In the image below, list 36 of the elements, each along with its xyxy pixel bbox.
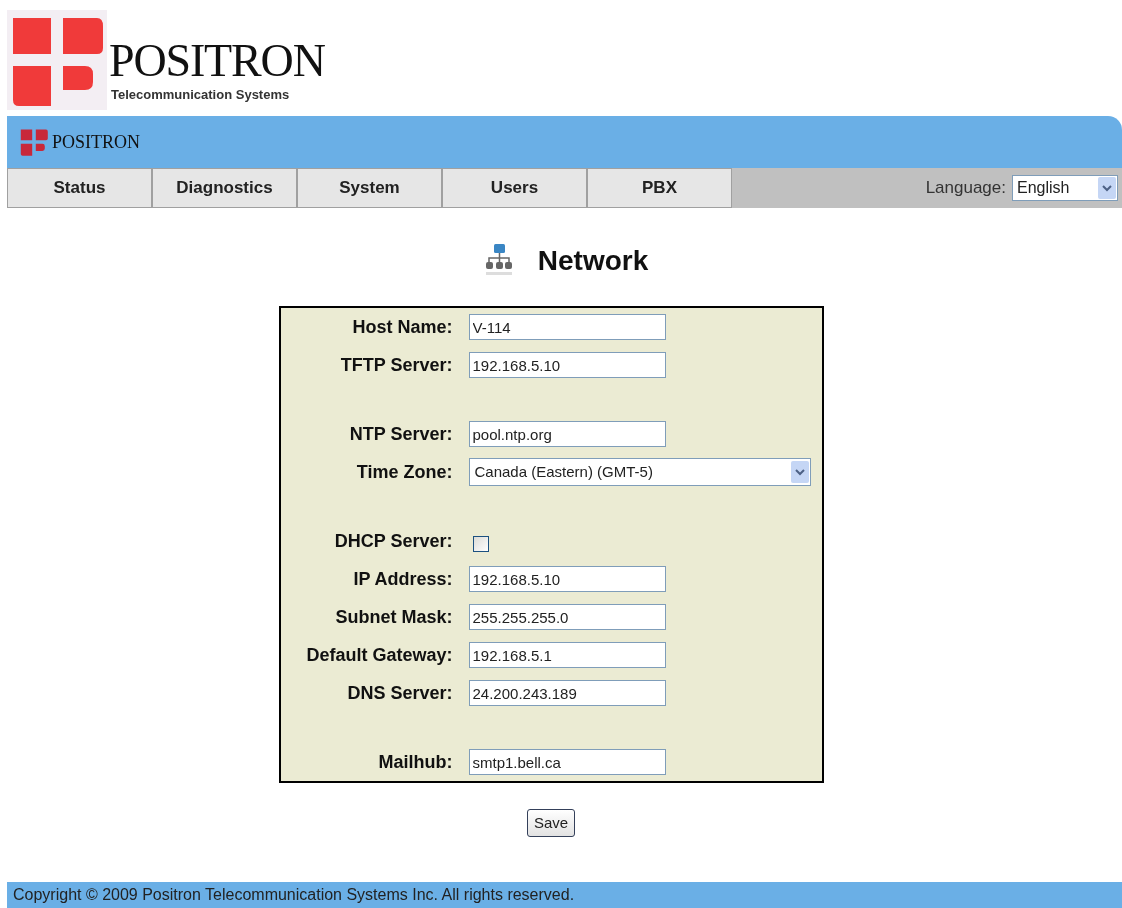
input-field[interactable]: 192.168.5.1 bbox=[468, 642, 666, 668]
nav-tab[interactable]: PBX bbox=[587, 168, 732, 208]
input-field[interactable]: V-114 bbox=[468, 314, 666, 340]
field-label: IP Address: bbox=[352, 567, 453, 591]
input-field[interactable]: pool.ntp.org bbox=[468, 421, 666, 447]
save-button[interactable]: Save bbox=[526, 809, 576, 837]
copyright-text: Copyright © 2009 Positron Telecommunication Systems Inc. All rights reserved. bbox=[13, 885, 575, 905]
field-label: TFTP Server: bbox=[339, 353, 453, 377]
field-label: Mailhub: bbox=[377, 750, 453, 774]
field-label: Subnet Mask: bbox=[334, 605, 453, 629]
field-label: DNS Server: bbox=[346, 681, 453, 705]
positron-logo-icon bbox=[7, 10, 107, 110]
field-label: NTP Server: bbox=[348, 422, 453, 446]
input-field[interactable]: 192.168.5.10 bbox=[468, 352, 666, 378]
page-title: Network bbox=[537, 244, 649, 278]
nav-tab[interactable]: Status bbox=[7, 168, 152, 208]
positron-logo-icon bbox=[19, 127, 49, 157]
field-label: Default Gateway: bbox=[305, 643, 453, 667]
input-field[interactable]: 192.168.5.10 bbox=[468, 566, 666, 592]
checkbox[interactable] bbox=[472, 536, 489, 552]
field-label: Time Zone: bbox=[355, 460, 453, 484]
network-icon bbox=[485, 244, 512, 278]
brand-name: POSITRON bbox=[109, 36, 325, 85]
input-field[interactable]: smtp1.bell.ca bbox=[468, 749, 666, 775]
nav-tab[interactable]: Diagnostics bbox=[152, 168, 297, 208]
time-zone-select[interactable]: Canada (Eastern) (GMT-5) bbox=[468, 458, 811, 486]
input-field[interactable]: 255.255.255.0 bbox=[468, 604, 666, 630]
field-label: DHCP Server: bbox=[333, 529, 453, 553]
input-field[interactable]: 24.200.243.189 bbox=[468, 680, 666, 706]
language-select[interactable]: English bbox=[1012, 175, 1118, 201]
field-label: Host Name: bbox=[351, 315, 453, 339]
nav-tab[interactable]: Users bbox=[442, 168, 587, 208]
nav-tab[interactable]: System bbox=[297, 168, 442, 208]
language-label: Language: bbox=[925, 177, 1006, 200]
brand-tagline: Telecommunication Systems bbox=[111, 85, 291, 104]
banner-brand: POSITRON bbox=[52, 130, 140, 154]
